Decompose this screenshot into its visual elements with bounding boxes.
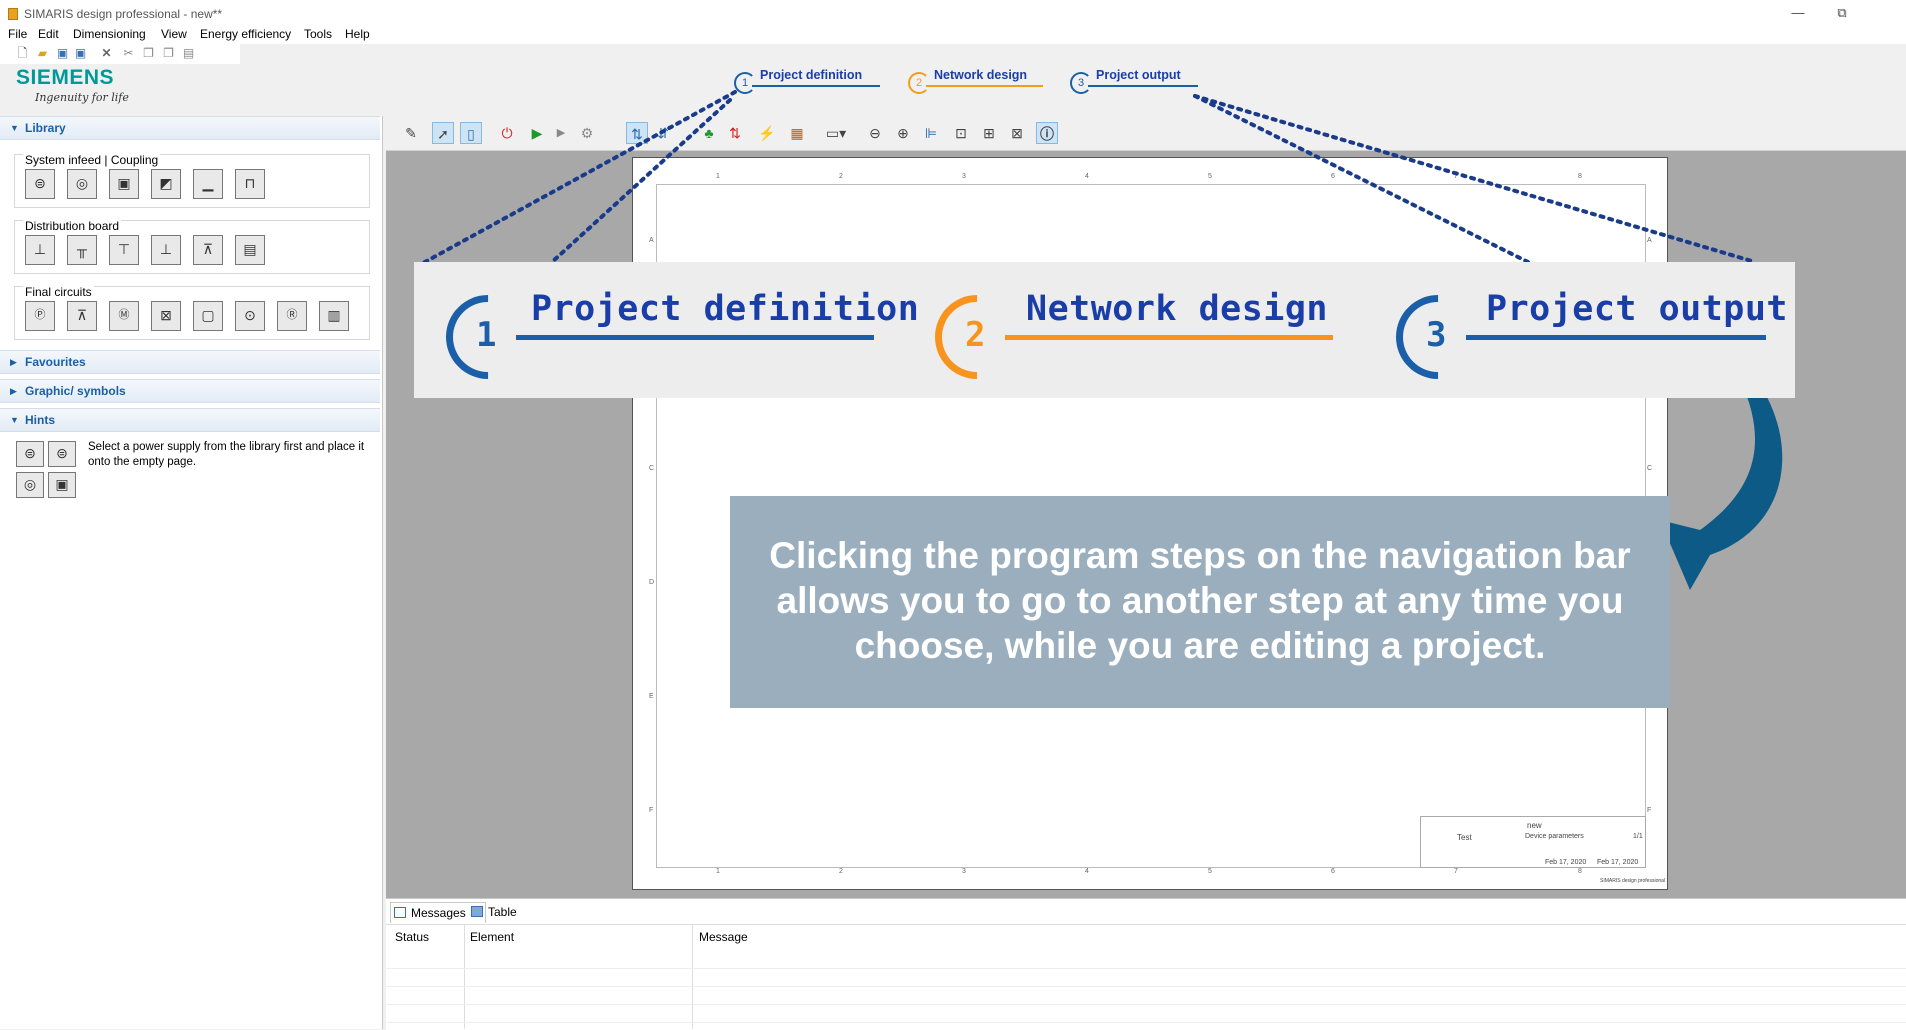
header-divider	[386, 924, 1906, 925]
banner-step-label: Project output	[1486, 289, 1789, 329]
tab-table[interactable]: Table	[468, 902, 538, 922]
tab-messages-label: Messages	[411, 906, 466, 920]
column-header-status[interactable]: Status	[395, 930, 429, 944]
banner-step-number: 3	[1426, 315, 1447, 355]
dotted-line	[1193, 94, 1530, 264]
banner-underline	[516, 335, 874, 340]
banner-step-number: 2	[965, 315, 986, 355]
column-separator	[464, 924, 465, 1029]
banner-step-network-design: 2 Network design	[917, 277, 1335, 397]
tab-table-label: Table	[488, 905, 517, 919]
column-header-message[interactable]: Message	[699, 930, 748, 944]
messages-icon	[394, 907, 406, 918]
row-divider	[386, 986, 1906, 987]
dotted-line	[550, 98, 732, 264]
banner-underline	[1466, 335, 1766, 340]
messages-pane	[386, 898, 1906, 1030]
banner-step-number: 1	[476, 315, 497, 355]
callout-text: Clicking the program steps on the naviga…	[769, 535, 1631, 666]
row-divider	[386, 1022, 1906, 1023]
row-divider	[386, 1004, 1906, 1005]
column-header-element[interactable]: Element	[470, 930, 514, 944]
column-separator	[692, 924, 693, 1029]
banner-step-label: Project definition	[531, 289, 920, 329]
banner-step-project-output: 3 Project output	[1378, 277, 1788, 397]
table-icon	[471, 906, 483, 917]
banner-step-label: Network design	[1026, 289, 1329, 329]
row-divider	[386, 968, 1906, 969]
banner-underline	[1005, 335, 1333, 340]
banner-step-project-definition: 1 Project definition	[428, 277, 919, 397]
